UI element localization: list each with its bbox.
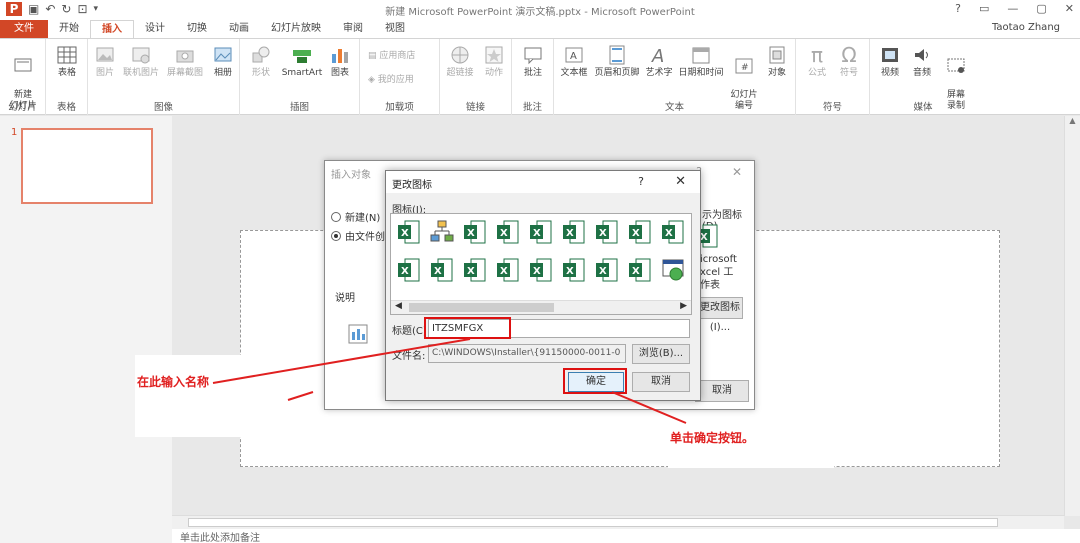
- arrow-to-ok: [611, 391, 687, 424]
- annotation-input-name: 在此输入名称: [137, 375, 210, 389]
- annotation-click-ok: 单击确定按钮。: [670, 431, 755, 445]
- arrow-tail-left: [287, 391, 314, 401]
- arrow-to-caption: [212, 338, 471, 384]
- annotation-arrows: [212, 338, 687, 424]
